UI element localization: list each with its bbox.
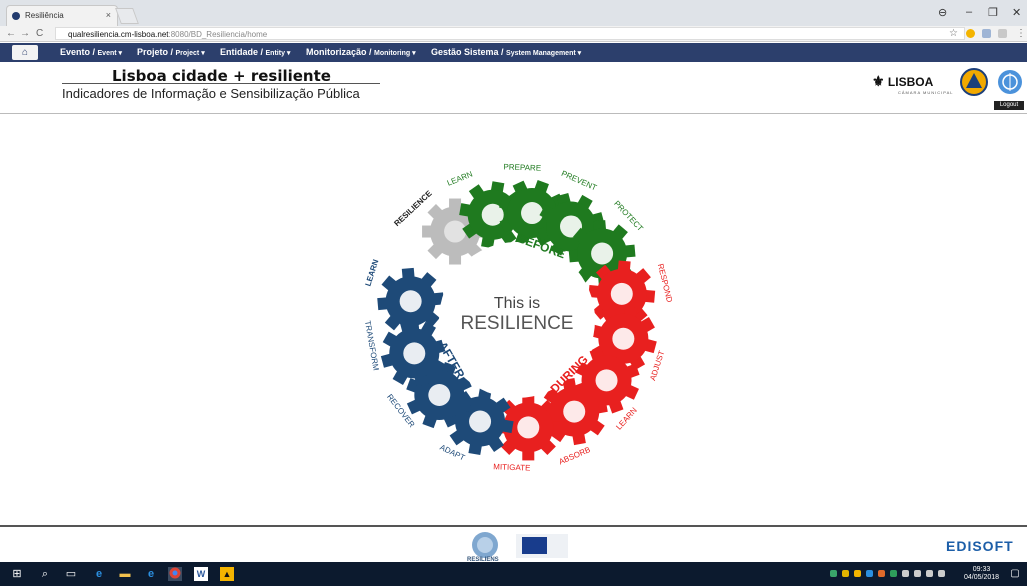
taskbar-clock[interactable]: 09:33 04/05/2018 (964, 566, 999, 582)
title-divider (62, 83, 380, 84)
tray-icon[interactable] (830, 570, 837, 577)
nav-menu-event[interactable]: Evento / Event ▾ (60, 47, 122, 57)
task-view-icon[interactable]: ▭ (64, 567, 78, 581)
reload-icon[interactable]: C (36, 28, 43, 39)
edge-icon[interactable]: e (92, 567, 106, 581)
tray-icon[interactable] (842, 570, 849, 577)
extension-icon[interactable] (998, 29, 1007, 38)
tab-title: Resiliência (25, 11, 64, 20)
os-taskbar: ⊞ ⌕ ▭ e ▬ e W ▲ 09:33 04/05/2018 ▢ (0, 562, 1027, 586)
edisoft-logo: EDISOFT (946, 538, 1014, 554)
lisboa-emblem-icon: ⚜ (872, 73, 885, 89)
tray-icon[interactable] (878, 570, 885, 577)
browser-tab[interactable]: Resiliência × (6, 5, 118, 26)
volume-icon[interactable] (926, 570, 933, 577)
wheel-label-prevent: PREVENT (560, 169, 598, 193)
main-content: This is RESILIENCE BEFORE DURING AFTER R… (0, 115, 1027, 525)
url-host: qualresiliencia.cm-lisboa.net (68, 30, 169, 39)
page-subtitle: Indicadores de Informação e Sensibilizaç… (62, 86, 360, 101)
close-window-icon[interactable]: ✕ (1012, 6, 1021, 19)
nav-menu-system-management[interactable]: Gestão Sistema / System Management ▾ (431, 47, 581, 57)
civil-protection-logo (960, 68, 988, 96)
network-icon[interactable] (914, 570, 921, 577)
minimize-icon[interactable]: – (966, 6, 972, 18)
nav-menu-label: Evento / (60, 47, 98, 57)
page-footer: RESILIENS EDISOFT (0, 525, 1027, 563)
new-tab-button[interactable] (115, 8, 139, 24)
home-button[interactable]: ⌂ (12, 45, 38, 60)
browser-tab-bar: Resiliência × ⊖ – ❐ ✕ (0, 0, 1027, 26)
nav-menu-sub: Project (175, 50, 200, 57)
wheel-label-learn-left: LEARN (363, 258, 380, 287)
center-text-this-is: This is (494, 295, 540, 312)
extension-icon[interactable] (966, 29, 975, 38)
lisboa-logo: ⚜ LISBOA CÂMARA MUNICIPAL (872, 73, 954, 95)
wheel-gear (377, 267, 445, 335)
nav-menu-entity[interactable]: Entidade / Entity ▾ (220, 47, 290, 57)
nav-menu-sub: System Management (506, 50, 576, 57)
wheel-label-absorb: ABSORB (558, 445, 592, 466)
wheel-label-resilience: RESILIENCE (392, 188, 434, 228)
address-bar: ← → C qualresiliencia.cm-lisboa.net:8080… (0, 26, 1027, 42)
nav-menu-label: Projeto / (137, 47, 176, 57)
nav-menu-monitoring[interactable]: Monitorização / Monitoring ▾ (306, 47, 416, 57)
un-logo (998, 70, 1022, 94)
url-path: :8080/BD_Resiliencia/home (168, 30, 268, 39)
nav-menu-label: Gestão Sistema / (431, 47, 507, 57)
nav-menu-sub: Event (97, 50, 117, 57)
tray-icon[interactable] (866, 570, 873, 577)
resilience-wheel-diagram: This is RESILIENCE BEFORE DURING AFTER R… (363, 162, 674, 472)
wheel-label-respond: RESPOND (656, 263, 674, 304)
search-icon[interactable]: ⌕ (38, 567, 52, 581)
lisboa-logo-text: LISBOA (887, 75, 934, 89)
internet-explorer-icon[interactable]: e (144, 567, 158, 581)
close-tab-icon[interactable]: × (106, 10, 111, 20)
forward-icon[interactable]: → (20, 28, 30, 39)
wheel-label-learn-top: LEARN (446, 169, 474, 187)
tray-icon[interactable] (854, 570, 861, 577)
word-icon[interactable]: W (194, 567, 208, 581)
main-nav: ⌂ Evento / Event ▾ Projeto / Project ▾ E… (0, 43, 1027, 62)
tray-icon[interactable] (890, 570, 897, 577)
chrome-icon[interactable] (168, 567, 182, 581)
wheel-label-adjust: ADJUST (648, 349, 666, 381)
nav-menu-sub: Entity (265, 50, 285, 57)
restore-icon[interactable]: ❐ (988, 6, 998, 19)
wheel-label-transform: TRANSFORM (363, 320, 381, 372)
nav-menu-label: Entidade / (220, 47, 266, 57)
browser-menu-icon[interactable]: ⋮ (1016, 28, 1026, 39)
clock-time: 09:33 (972, 566, 991, 573)
wheel-label-prepare: PREPARE (503, 162, 541, 172)
url-input[interactable]: qualresiliencia.cm-lisboa.net:8080/BD_Re… (55, 27, 965, 40)
extension-icon[interactable] (982, 29, 991, 38)
back-icon[interactable]: ← (6, 28, 16, 39)
center-text-resilience: RESILIENCE (461, 313, 574, 334)
nav-menu-label: Monitorização / (306, 47, 375, 57)
file-explorer-icon[interactable]: ▬ (118, 567, 132, 581)
nav-menu-sub: Monitoring (374, 50, 411, 57)
favicon-icon (12, 12, 20, 20)
clock-date: 04/05/2018 (964, 574, 1000, 581)
profile-icon[interactable]: ⊖ (938, 6, 947, 19)
logout-button[interactable]: Logout (994, 101, 1024, 110)
nav-menu-project[interactable]: Projeto / Project ▾ (137, 47, 205, 57)
battery-icon[interactable] (938, 570, 945, 577)
tray-icon[interactable] (902, 570, 909, 577)
eu-flag-logo (516, 534, 568, 558)
bookmark-star-icon[interactable]: ☆ (949, 28, 958, 39)
app-icon[interactable]: ▲ (220, 567, 234, 581)
windows-start-icon[interactable]: ⊞ (10, 567, 24, 581)
page-header: Lisboa cidade + resiliente Indicadores d… (0, 62, 1027, 114)
wheel-label-adapt: ADAPT (438, 443, 466, 463)
lisboa-logo-sub: CÂMARA MUNICIPAL (898, 90, 954, 95)
wheel-label-mitigate: MITIGATE (493, 462, 530, 472)
notifications-icon[interactable]: ▢ (1008, 567, 1022, 581)
